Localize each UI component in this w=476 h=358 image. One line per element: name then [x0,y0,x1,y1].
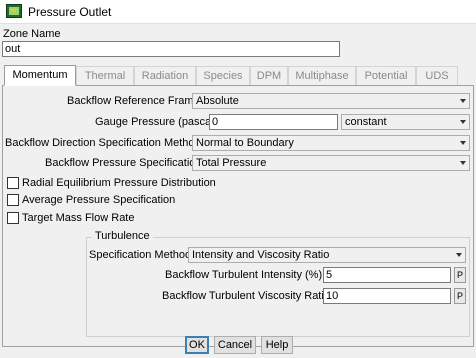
title-bar: Pressure Outlet [0,0,476,24]
target-mass-flow-label: Target Mass Flow Rate [22,212,135,224]
backflow-direction-select[interactable]: Normal to Boundary [192,135,470,151]
app-icon [6,4,22,18]
backflow-pressure-spec-select[interactable]: Total Pressure [192,155,470,171]
backflow-direction-value: Normal to Boundary [196,137,294,149]
ok-button[interactable]: OK [185,336,209,354]
help-button[interactable]: Help [261,336,293,354]
tab-uds[interactable]: UDS [416,66,458,85]
gauge-pressure-input[interactable] [209,114,338,130]
target-mass-flow-checkbox[interactable] [7,212,19,224]
tab-thermal[interactable]: Thermal [76,66,134,85]
tab-radiation[interactable]: Radiation [134,66,196,85]
turbulent-viscosity-ratio-input[interactable] [323,288,451,304]
tab-dpm[interactable]: DPM [250,66,288,85]
specification-method-select[interactable]: Intensity and Viscosity Ratio [188,247,466,263]
tab-momentum[interactable]: Momentum [4,65,76,86]
average-pressure-label: Average Pressure Specification [22,194,176,206]
zone-name-label: Zone Name [3,28,61,40]
tab-species[interactable]: Species [196,66,250,85]
turbulent-intensity-label: Backflow Turbulent Intensity (%) [165,269,323,281]
radial-equilibrium-label: Radial Equilibrium Pressure Distribution [22,177,216,189]
radial-equilibrium-checkbox[interactable] [7,177,19,189]
backflow-reference-frame-label: Backflow Reference Frame [67,95,200,107]
turbulent-intensity-input[interactable] [323,267,451,283]
turbulent-viscosity-ratio-parameter-button[interactable]: P [454,288,466,304]
window-title: Pressure Outlet [28,5,112,19]
cancel-button[interactable]: Cancel [214,336,256,354]
turbulent-intensity-parameter-button[interactable]: P [454,267,466,283]
chevron-down-icon [460,120,466,124]
specification-method-label: Specification Method [89,249,192,261]
chevron-down-icon [460,99,466,103]
backflow-reference-frame-select[interactable]: Absolute [192,93,470,109]
specification-method-value: Intensity and Viscosity Ratio [192,249,330,261]
tab-multiphase[interactable]: Multiphase [288,66,356,85]
chevron-down-icon [460,161,466,165]
backflow-reference-frame-value: Absolute [196,95,239,107]
backflow-pressure-spec-label: Backflow Pressure Specification [45,157,202,169]
gauge-pressure-method-select[interactable]: constant [341,114,470,130]
zone-name-input[interactable] [2,41,340,57]
tab-potential[interactable]: Potential [356,66,416,85]
backflow-direction-label: Backflow Direction Specification Method [5,137,201,149]
backflow-pressure-spec-value: Total Pressure [196,157,267,169]
chevron-down-icon [456,253,462,257]
turbulent-viscosity-ratio-label: Backflow Turbulent Viscosity Ratio [162,290,330,302]
turbulence-group-title: Turbulence [92,230,153,242]
chevron-down-icon [460,141,466,145]
gauge-pressure-label: Gauge Pressure (pascal) [95,116,218,128]
tab-strip: Momentum Thermal Radiation Species DPM M… [2,65,458,86]
average-pressure-checkbox[interactable] [7,194,19,206]
gauge-pressure-method-value: constant [345,116,387,128]
